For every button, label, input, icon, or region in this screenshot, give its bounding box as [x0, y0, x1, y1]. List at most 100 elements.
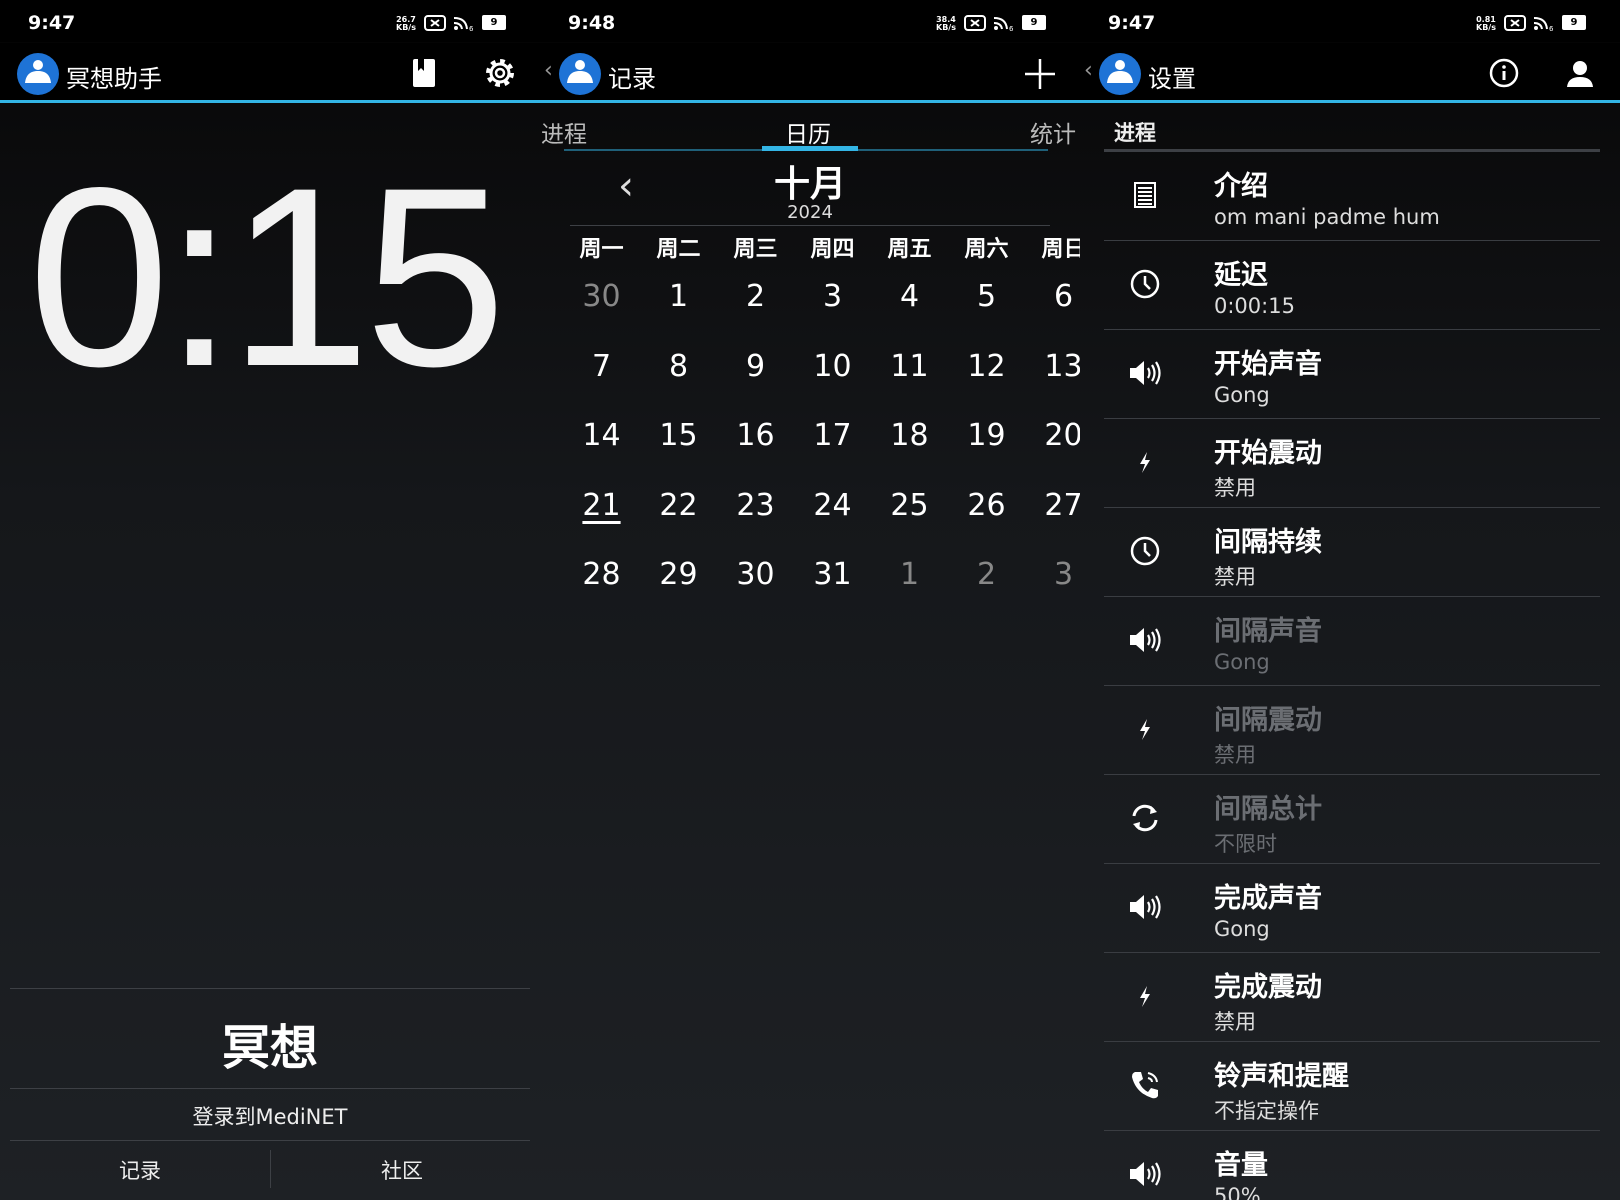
settings-row-title: 完成震动	[1214, 972, 1322, 1003]
calendar-day-number: 16	[736, 418, 775, 453]
calendar-day[interactable]: 26	[948, 488, 1025, 523]
settings-row[interactable]: 间隔持续 禁用	[1104, 508, 1600, 597]
tab-progress[interactable]: 进程	[541, 115, 587, 149]
add-icon[interactable]	[1023, 57, 1057, 91]
app-logo-icon[interactable]	[1098, 52, 1142, 96]
calendar-day[interactable]: 30	[717, 557, 794, 592]
calendar-day[interactable]: 13	[1025, 349, 1080, 384]
settings-row[interactable]: 完成震动 禁用	[1104, 953, 1600, 1042]
calendar-day[interactable]: 10	[794, 349, 871, 384]
settings-row[interactable]: 完成声音 Gong	[1104, 864, 1600, 953]
calendar-day[interactable]: 3	[1025, 557, 1080, 592]
month-title: 十月	[773, 164, 846, 205]
calendar-day[interactable]: 12	[948, 349, 1025, 384]
settings-row[interactable]: 音量 50%	[1104, 1131, 1600, 1200]
calendar-day[interactable]: 19	[948, 418, 1025, 453]
settings-row[interactable]: 开始声音 Gong	[1104, 330, 1600, 419]
calendar-day[interactable]: 17	[794, 418, 871, 453]
app-logo-icon[interactable]	[16, 52, 60, 96]
calendar-day-number: 1	[668, 279, 689, 314]
user-icon[interactable]	[1564, 57, 1596, 89]
wifi-icon	[1532, 15, 1556, 31]
settings-row[interactable]: 铃声和提醒 不指定操作	[1104, 1042, 1600, 1131]
calendar-day[interactable]: 14	[563, 418, 640, 453]
calendar-day[interactable]: 31	[794, 557, 871, 592]
app-logo-icon[interactable]	[558, 52, 602, 96]
calendar-day[interactable]: 7	[563, 349, 640, 384]
calendar-day[interactable]: 28	[563, 557, 640, 592]
calendar-day[interactable]: 2	[717, 279, 794, 314]
calendar-day-number: 18	[890, 418, 929, 453]
action-bar: 冥想助手	[0, 43, 540, 103]
main-screen-panel: 9:47 26.7 KB/s 9 冥想助手 0:15 冥想 登录到MediNET …	[0, 0, 540, 1200]
calendar-day[interactable]: 22	[640, 488, 717, 523]
settings-row[interactable]: 开始震动 禁用	[1104, 419, 1600, 508]
records-button[interactable]: 记录	[10, 1155, 270, 1185]
calendar-day[interactable]: 25	[871, 488, 948, 523]
calendar-day[interactable]: 2	[948, 557, 1025, 592]
calendar-day-number: 22	[659, 487, 698, 523]
phone-icon	[1126, 1066, 1164, 1104]
calendar-day[interactable]: 21	[563, 488, 640, 523]
info-icon[interactable]	[1488, 57, 1520, 89]
calendar-day-number: 30	[736, 557, 775, 592]
clock-icon	[1126, 265, 1164, 303]
network-speed: 26.7 KB/s	[396, 15, 416, 32]
calendar-day-number: 21	[582, 487, 621, 523]
calendar-day-number: 11	[890, 348, 929, 384]
settings-row-value: 50%	[1214, 1184, 1261, 1200]
status-bar: 9:47 26.7 KB/s 9	[0, 0, 540, 42]
settings-row[interactable]: 延迟 0:00:15	[1104, 241, 1600, 330]
settings-row-title: 间隔总计	[1214, 794, 1322, 825]
settings-row-title: 开始声音	[1214, 349, 1322, 380]
tab-calendar[interactable]: 日历	[785, 115, 831, 149]
community-button[interactable]: 社区	[272, 1155, 532, 1185]
calendar-day[interactable]: 11	[871, 349, 948, 384]
calendar-day[interactable]: 30	[563, 279, 640, 314]
prev-month-icon[interactable]: ‹	[618, 163, 634, 209]
section-header: 进程	[1114, 121, 1156, 145]
up-caret-icon[interactable]: ‹	[1084, 58, 1093, 83]
up-caret-icon[interactable]: ‹	[544, 58, 553, 83]
tab-statistics[interactable]: 统计	[1030, 115, 1076, 149]
calendar-day[interactable]: 23	[717, 488, 794, 523]
calendar-day-number: 27	[1044, 487, 1080, 523]
gear-icon[interactable]	[484, 57, 516, 89]
bolt-icon	[1126, 977, 1164, 1015]
bookmark-icon[interactable]	[411, 57, 437, 89]
calendar-day-number: 17	[813, 418, 852, 453]
calendar-day[interactable]: 6	[1025, 279, 1080, 314]
calendar-day[interactable]: 1	[640, 279, 717, 314]
calendar-day[interactable]: 24	[794, 488, 871, 523]
status-bar: 9:47 0.81 KB/s 9	[1080, 0, 1620, 42]
calendar-day-number: 14	[582, 418, 621, 453]
calendar-day[interactable]: 9	[717, 349, 794, 384]
settings-row-value: 禁用	[1214, 743, 1256, 767]
timer-display[interactable]: 0:15	[28, 150, 506, 405]
weekday-label: 周六	[964, 237, 1009, 262]
status-bar: 9:48 38.4 KB/s 9	[540, 0, 1080, 42]
settings-row-value: 不限时	[1214, 832, 1277, 856]
calendar-day-number: 2	[745, 279, 766, 314]
settings-row-value: Gong	[1214, 650, 1270, 674]
login-medinet-link[interactable]: 登录到MediNET	[10, 1101, 530, 1131]
calendar-day[interactable]: 20	[1025, 418, 1080, 453]
calendar-day-number: 1	[899, 557, 920, 592]
network-speed: 38.4 KB/s	[936, 15, 956, 32]
calendar-day[interactable]: 16	[717, 418, 794, 453]
calendar-day[interactable]: 5	[948, 279, 1025, 314]
calendar-day[interactable]: 15	[640, 418, 717, 453]
settings-row: 间隔总计 不限时	[1104, 775, 1600, 864]
calendar-day[interactable]: 18	[871, 418, 948, 453]
calendar-day[interactable]: 4	[871, 279, 948, 314]
weekday-label: 周日	[1041, 237, 1080, 262]
meditate-button[interactable]: 冥想	[10, 1008, 530, 1078]
settings-row[interactable]: 介绍 om mani padme hum	[1104, 152, 1600, 241]
calendar-day[interactable]: 3	[794, 279, 871, 314]
calendar-day[interactable]: 8	[640, 349, 717, 384]
calendar-day[interactable]: 29	[640, 557, 717, 592]
divider	[10, 1088, 530, 1089]
calendar-day[interactable]: 1	[871, 557, 948, 592]
settings-row-value: 0:00:15	[1214, 294, 1295, 318]
calendar-day[interactable]: 27	[1025, 488, 1080, 523]
